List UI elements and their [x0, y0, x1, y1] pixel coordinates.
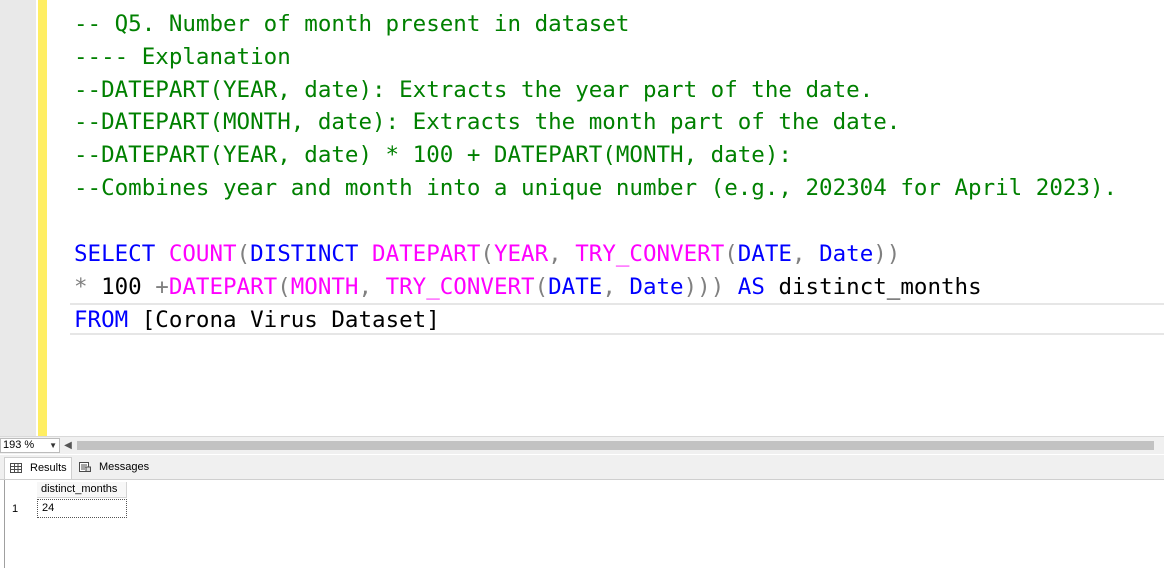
function-count: COUNT: [168, 241, 237, 267]
paren: (: [480, 241, 494, 267]
code-line-comment-month: --DATEPART(MONTH, date): Extracts the mo…: [74, 109, 901, 135]
function-try-convert: TRY_CONVERT: [575, 241, 725, 267]
code-line-multiply: * 100 +DATEPART(MONTH, TRY_CONVERT(DATE,…: [74, 271, 982, 304]
query-editor[interactable]: -- Q5. Number of month present in datase…: [0, 0, 1164, 436]
editor-gutter: [0, 0, 36, 436]
chevron-down-icon[interactable]: ▼: [49, 439, 57, 452]
operator-plus: +: [155, 274, 169, 300]
tab-messages-label: Messages: [99, 461, 150, 473]
code-line-comment-year: --DATEPART(YEAR, date): Extracts the yea…: [74, 77, 874, 103]
code-line-comment-combines: --Combines year and month into a unique …: [74, 175, 1118, 201]
comma: ,: [548, 241, 576, 267]
code-line-comment-formula: --DATEPART(YEAR, date) * 100 + DATEPART(…: [74, 142, 792, 168]
keyword-select: SELECT: [74, 241, 156, 267]
function-datepart: DATEPART: [168, 274, 278, 300]
table-name: [Corona Virus Dataset]: [141, 307, 440, 333]
type-date: DATE: [737, 241, 792, 267]
grid-icon: [10, 463, 22, 473]
number-100: 100: [101, 274, 142, 300]
paren: (: [534, 274, 549, 300]
horizontal-scrollbar-thumb[interactable]: [77, 441, 1154, 450]
comma: ,: [791, 241, 820, 267]
zoom-scroll-bar: 193 % ▼ ◀: [0, 436, 1164, 454]
table-cell[interactable]: 24: [37, 499, 127, 518]
keyword-as: AS: [737, 274, 765, 300]
keyword-from: FROM: [74, 307, 129, 333]
paren: (: [236, 241, 251, 267]
paren: (: [277, 274, 291, 300]
alias-distinct-months: distinct_months: [778, 274, 982, 300]
code-line-comment-title: -- Q5. Number of month present in datase…: [74, 11, 630, 37]
change-tracking-bar: [38, 0, 47, 436]
code-line-select: SELECT COUNT(DISTINCT DATEPART(YEAR, TRY…: [74, 238, 900, 271]
function-datepart: DATEPART: [372, 241, 481, 267]
column-header[interactable]: distinct_months: [37, 482, 127, 498]
operator-multiply: *: [74, 274, 88, 300]
results-grid: distinct_months 1 24: [0, 480, 1164, 568]
comma: ,: [358, 274, 386, 300]
column-date: Date: [629, 274, 684, 300]
function-try-convert: TRY_CONVERT: [385, 274, 535, 300]
arrow-left-icon[interactable]: ◀: [63, 438, 73, 453]
paren: ))): [683, 274, 725, 300]
type-date: DATE: [548, 274, 603, 300]
zoom-value: 193 %: [3, 439, 35, 451]
datepart-year: YEAR: [493, 241, 549, 267]
results-tab-strip: Results Messages: [0, 455, 1164, 480]
column-date: Date: [819, 241, 874, 267]
zoom-dropdown[interactable]: 193 % ▼: [0, 438, 60, 453]
paren: )): [873, 241, 901, 267]
comma: ,: [602, 274, 630, 300]
tab-results-label: Results: [30, 462, 67, 474]
datepart-month: MONTH: [290, 274, 359, 300]
code-line-comment-explanation: ---- Explanation: [74, 44, 291, 70]
grid-border: [4, 480, 5, 568]
row-number[interactable]: 1: [12, 501, 18, 517]
messages-icon: [79, 462, 91, 472]
tab-results[interactable]: Results: [4, 457, 72, 479]
code-line-from: FROM [Corona Virus Dataset]: [74, 304, 440, 337]
tab-messages[interactable]: Messages: [74, 457, 152, 479]
paren: (: [724, 241, 738, 267]
keyword-distinct: DISTINCT: [250, 241, 359, 267]
